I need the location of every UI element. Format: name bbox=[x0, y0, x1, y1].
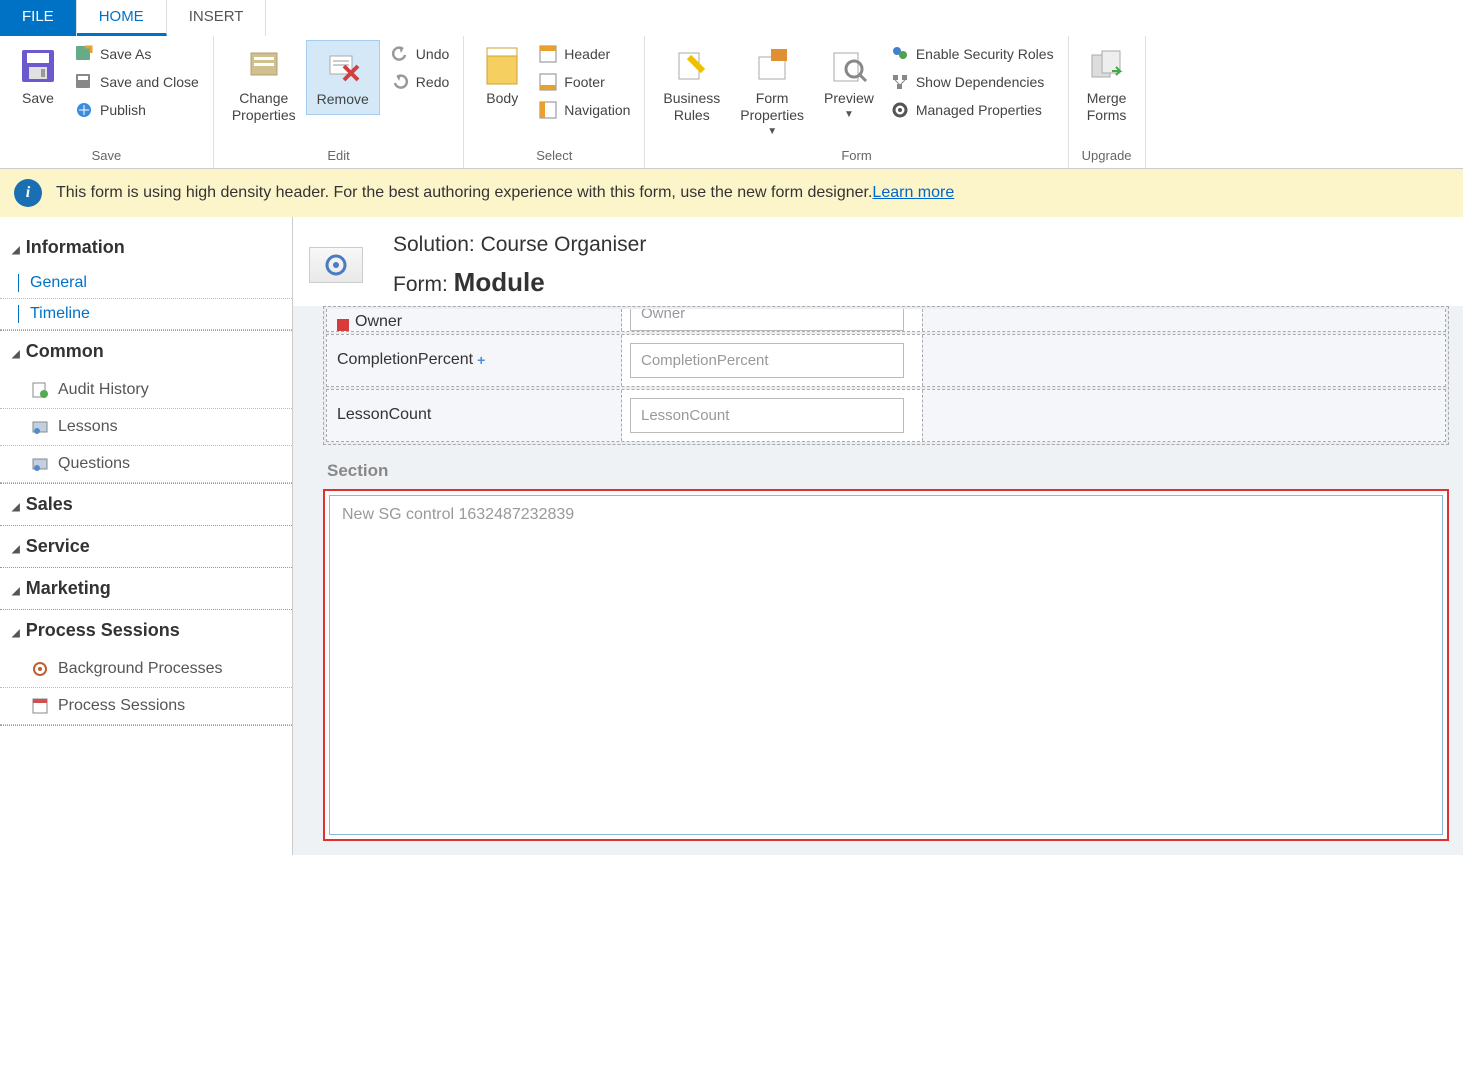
business-rules-icon bbox=[672, 46, 712, 86]
save-button[interactable]: Save bbox=[8, 40, 68, 113]
solution-title: Solution: Course Organiser bbox=[393, 233, 646, 257]
learn-more-link[interactable]: Learn more bbox=[872, 184, 954, 202]
subgrid-selected[interactable]: New SG control 1632487232839 bbox=[323, 489, 1449, 841]
redo-icon bbox=[390, 72, 410, 92]
ribbon: Save Save As Save and Close bbox=[0, 36, 1463, 169]
sidebar-link-timeline[interactable]: Timeline bbox=[0, 299, 292, 330]
form-entity-icon bbox=[309, 247, 363, 283]
sidebar-section-marketing[interactable]: Marketing bbox=[0, 568, 292, 609]
subgrid-placeholder: New SG control 1632487232839 bbox=[342, 506, 1430, 524]
sidebar-item-audit[interactable]: Audit History bbox=[0, 372, 292, 409]
tab-insert[interactable]: INSERT bbox=[167, 0, 267, 36]
sidebar-item-bgprocess[interactable]: Background Processes bbox=[0, 651, 292, 688]
undo-icon bbox=[390, 44, 410, 64]
dependencies-button[interactable]: Show Dependencies bbox=[884, 68, 1060, 96]
ribbon-group-form: Business Rules Form Properties ▼ Preview… bbox=[645, 36, 1068, 168]
lessons-icon bbox=[30, 417, 50, 437]
bgprocess-icon bbox=[30, 659, 50, 679]
publish-icon bbox=[74, 100, 94, 120]
undo-button[interactable]: Undo bbox=[384, 40, 455, 68]
security-icon bbox=[890, 44, 910, 64]
ribbon-group-edit: Change Properties Remove Undo bbox=[214, 36, 464, 168]
field-label: LessonCount bbox=[337, 406, 431, 424]
chevron-down-icon: ▼ bbox=[844, 109, 854, 120]
info-icon: i bbox=[14, 179, 42, 207]
form-properties-button[interactable]: Form Properties ▼ bbox=[730, 40, 814, 143]
form-properties-icon bbox=[752, 46, 792, 86]
save-as-button[interactable]: Save As bbox=[68, 40, 205, 68]
tab-bar: FILE HOME INSERT bbox=[0, 0, 1463, 36]
sidebar-item-questions[interactable]: Questions bbox=[0, 446, 292, 483]
sessions-icon bbox=[30, 696, 50, 716]
business-rules-button[interactable]: Business Rules bbox=[653, 40, 730, 130]
sidebar-section-common[interactable]: Common bbox=[0, 331, 292, 372]
sidebar-section-process[interactable]: Process Sessions bbox=[0, 610, 292, 651]
plus-icon: + bbox=[477, 352, 485, 368]
change-properties-button[interactable]: Change Properties bbox=[222, 40, 306, 130]
ribbon-group-upgrade: Merge Forms Upgrade bbox=[1069, 36, 1146, 168]
sidebar-section-service[interactable]: Service bbox=[0, 526, 292, 567]
chevron-down-icon: ▼ bbox=[767, 126, 777, 137]
ribbon-group-select: Body Header Footer bbox=[464, 36, 645, 168]
form-title: Form: Module bbox=[393, 267, 646, 298]
remove-button[interactable]: Remove bbox=[306, 40, 380, 115]
sidebar: Information General Timeline Common Audi… bbox=[0, 217, 293, 855]
sidebar-section-information[interactable]: Information bbox=[0, 227, 292, 268]
notification-bar: i This form is using high density header… bbox=[0, 169, 1463, 217]
navigation-icon bbox=[538, 100, 558, 120]
sidebar-item-process-sessions[interactable]: Process Sessions bbox=[0, 688, 292, 725]
field-row-lessoncount[interactable]: LessonCount LessonCount bbox=[326, 389, 1446, 442]
save-icon bbox=[18, 46, 58, 86]
audit-icon bbox=[30, 380, 50, 400]
field-label: CompletionPercent bbox=[337, 351, 473, 369]
field-label: Owner bbox=[355, 313, 402, 331]
ribbon-group-save: Save Save As Save and Close bbox=[0, 36, 214, 168]
sidebar-link-general[interactable]: General bbox=[0, 268, 292, 299]
merge-icon bbox=[1087, 46, 1127, 86]
publish-button[interactable]: Publish bbox=[68, 96, 205, 124]
sidebar-section-sales[interactable]: Sales bbox=[0, 484, 292, 525]
preview-button[interactable]: Preview ▼ bbox=[814, 40, 884, 126]
notification-text: This form is using high density header. … bbox=[56, 184, 872, 202]
redo-button[interactable]: Redo bbox=[384, 68, 455, 96]
save-as-icon bbox=[74, 44, 94, 64]
content-area: Solution: Course Organiser Form: Module … bbox=[293, 217, 1463, 855]
save-close-icon bbox=[74, 72, 94, 92]
tab-home[interactable]: HOME bbox=[77, 0, 167, 36]
field-row-owner[interactable]: Owner Owner bbox=[326, 309, 1446, 332]
footer-icon bbox=[538, 72, 558, 92]
field-input[interactable]: CompletionPercent bbox=[630, 343, 904, 378]
fields-container: Owner Owner CompletionPercent+ Completio… bbox=[323, 306, 1449, 445]
properties-icon bbox=[244, 46, 284, 86]
questions-icon bbox=[30, 454, 50, 474]
body-icon bbox=[482, 46, 522, 86]
field-input[interactable]: LessonCount bbox=[630, 398, 904, 433]
security-roles-button[interactable]: Enable Security Roles bbox=[884, 40, 1060, 68]
tab-file[interactable]: FILE bbox=[0, 0, 77, 36]
dependencies-icon bbox=[890, 72, 910, 92]
gear-icon bbox=[890, 100, 910, 120]
section-label: Section bbox=[323, 445, 1449, 489]
remove-icon bbox=[323, 47, 363, 87]
field-row-completion[interactable]: CompletionPercent+ CompletionPercent bbox=[326, 334, 1446, 387]
header-button[interactable]: Header bbox=[532, 40, 636, 68]
preview-icon bbox=[829, 46, 869, 86]
sidebar-item-lessons[interactable]: Lessons bbox=[0, 409, 292, 446]
header-icon bbox=[538, 44, 558, 64]
field-input[interactable]: Owner bbox=[630, 309, 904, 331]
navigation-button[interactable]: Navigation bbox=[532, 96, 636, 124]
managed-properties-button[interactable]: Managed Properties bbox=[884, 96, 1060, 124]
save-close-button[interactable]: Save and Close bbox=[68, 68, 205, 96]
body-button[interactable]: Body bbox=[472, 40, 532, 113]
footer-button[interactable]: Footer bbox=[532, 68, 636, 96]
merge-forms-button[interactable]: Merge Forms bbox=[1077, 40, 1137, 130]
